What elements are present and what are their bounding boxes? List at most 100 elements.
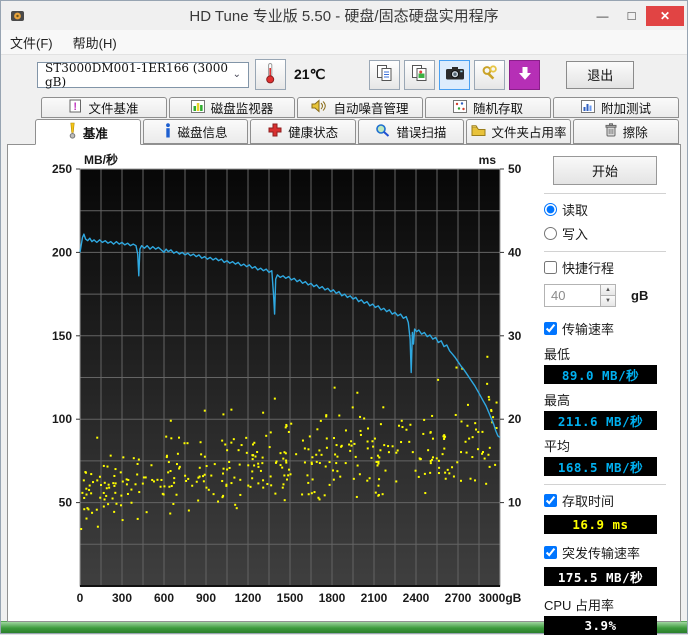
tab-erase[interactable]: 擦除	[573, 119, 679, 144]
tab-health[interactable]: 健康状态	[250, 119, 356, 144]
svg-text:200: 200	[52, 245, 72, 259]
camera-icon	[445, 65, 465, 84]
min-value: 89.0 MB/秒	[544, 365, 657, 384]
tab-benchmark[interactable]: 基准	[35, 119, 141, 145]
copy-text-button[interactable]	[369, 60, 400, 90]
info-icon	[164, 123, 172, 141]
divider	[544, 484, 666, 485]
thermometer-icon	[265, 62, 276, 87]
hdd-app-icon	[10, 9, 25, 23]
benchmark-chart: 5010015020025010203040500300600900120015…	[22, 149, 530, 609]
burst-rate-label: 突发传输速率	[562, 543, 640, 562]
menu-bar: 文件(F) 帮助(H)	[1, 30, 687, 55]
svg-text:2700: 2700	[445, 591, 472, 605]
menu-file[interactable]: 文件(F)	[10, 33, 53, 52]
svg-text:250: 250	[52, 162, 72, 176]
min-label: 最低	[544, 344, 666, 363]
svg-text:1500: 1500	[277, 591, 304, 605]
app-window: HD Tune 专业版 5.50 - 硬盘/固态硬盘实用程序 — □ ✕ 文件(…	[0, 0, 688, 634]
start-button[interactable]: 开始	[553, 156, 657, 185]
menu-help[interactable]: 帮助(H)	[73, 33, 117, 52]
svg-text:3000gB: 3000gB	[479, 591, 522, 605]
access-time-checkbox[interactable]	[544, 494, 557, 507]
read-radio[interactable]	[544, 203, 557, 216]
svg-text:30: 30	[508, 329, 522, 343]
svg-text:900: 900	[196, 591, 216, 605]
burst-rate-value: 175.5 MB/秒	[544, 567, 657, 586]
shortstroke-input[interactable]	[544, 284, 600, 307]
divider	[544, 251, 666, 252]
registration-button[interactable]	[474, 60, 505, 90]
svg-text:2100: 2100	[361, 591, 388, 605]
random-access-icon	[453, 100, 467, 116]
avg-label: 平均	[544, 436, 666, 455]
svg-text:MB/秒: MB/秒	[84, 152, 118, 167]
svg-text:1200: 1200	[235, 591, 262, 605]
minimize-button[interactable]: —	[588, 6, 617, 26]
max-value: 211.6 MB/秒	[544, 411, 657, 430]
read-radio-label: 读取	[562, 200, 588, 219]
tab-folder-usage[interactable]: 文件夹占用率	[466, 119, 572, 144]
copy-text-icon	[376, 64, 394, 85]
transfer-rate-label: 传输速率	[562, 319, 614, 338]
shortstroke-unit: gB	[631, 288, 648, 303]
exclamation-icon	[68, 122, 77, 142]
svg-text:0: 0	[77, 591, 84, 605]
copy-image-icon	[411, 64, 429, 85]
avg-value: 168.5 MB/秒	[544, 457, 657, 476]
svg-text:10: 10	[508, 496, 522, 510]
svg-text:600: 600	[154, 591, 174, 605]
screenshot-button[interactable]	[439, 60, 470, 90]
tab-error-scan[interactable]: 错误扫描	[358, 119, 464, 144]
tab-extra-tests[interactable]: 附加测试	[553, 97, 679, 118]
spin-down-button[interactable]: ▼	[600, 296, 616, 307]
file-benchmark-icon: !	[69, 99, 82, 116]
tab-row-bottom: 基准 磁盘信息 健康状态 错误扫描 文件夹占用率 擦除	[35, 119, 681, 144]
svg-text:50: 50	[508, 162, 522, 176]
svg-text:150: 150	[52, 329, 72, 343]
max-label: 最高	[544, 390, 666, 409]
svg-text:ms: ms	[479, 153, 497, 167]
shortstroke-label: 快捷行程	[562, 258, 614, 277]
tab-disk-monitor[interactable]: 磁盘监视器	[169, 97, 295, 118]
shortstroke-checkbox[interactable]	[544, 261, 557, 274]
drive-select[interactable]: ST3000DM001-1ER166 (3000 gB) ⌄	[37, 62, 249, 88]
cpu-usage-label: CPU 占用率	[544, 595, 666, 614]
temperature-value: 21℃	[294, 66, 325, 83]
trash-icon	[605, 123, 617, 140]
copy-image-button[interactable]	[404, 60, 435, 90]
svg-text:300: 300	[112, 591, 132, 605]
svg-text:!: !	[74, 101, 78, 113]
extra-tests-icon	[581, 100, 595, 116]
tab-random-access[interactable]: 随机存取	[425, 97, 551, 118]
folder-icon	[471, 124, 486, 139]
update-button[interactable]	[509, 60, 540, 90]
control-sidebar: 开始 读取 写入 快捷行程 ▲ ▼ gB 传输速率 最低 89.0 MB/秒	[544, 151, 666, 635]
exit-button[interactable]: 退出	[566, 61, 634, 89]
keys-icon	[481, 64, 499, 85]
toolbar: ST3000DM001-1ER166 (3000 gB) ⌄ 21℃	[1, 55, 687, 94]
tab-disk-info[interactable]: 磁盘信息	[143, 119, 249, 144]
tab-file-benchmark[interactable]: ! 文件基准	[41, 97, 167, 118]
drive-select-value: ST3000DM001-1ER166 (3000 gB)	[45, 61, 233, 89]
cpu-usage-value: 3.9%	[544, 616, 657, 635]
speaker-icon	[311, 99, 327, 116]
transfer-rate-checkbox[interactable]	[544, 322, 557, 335]
svg-text:100: 100	[52, 412, 72, 426]
disk-monitor-icon	[191, 100, 205, 116]
close-button[interactable]: ✕	[646, 6, 684, 26]
health-cross-icon	[268, 123, 282, 140]
benchmark-panel: 5010015020025010203040500300600900120015…	[7, 144, 681, 622]
write-radio[interactable]	[544, 227, 557, 240]
maximize-button[interactable]: □	[617, 6, 646, 26]
tab-aam[interactable]: 自动噪音管理	[297, 97, 423, 118]
temperature-button[interactable]	[255, 59, 286, 90]
window-title: HD Tune 专业版 5.50 - 硬盘/固态硬盘实用程序	[1, 5, 687, 26]
burst-rate-checkbox[interactable]	[544, 546, 557, 559]
access-time-label: 存取时间	[562, 491, 614, 510]
download-arrow-icon	[518, 66, 532, 84]
divider	[544, 193, 666, 194]
spin-up-button[interactable]: ▲	[600, 284, 616, 296]
magnifier-icon	[375, 123, 390, 140]
svg-text:20: 20	[508, 412, 522, 426]
